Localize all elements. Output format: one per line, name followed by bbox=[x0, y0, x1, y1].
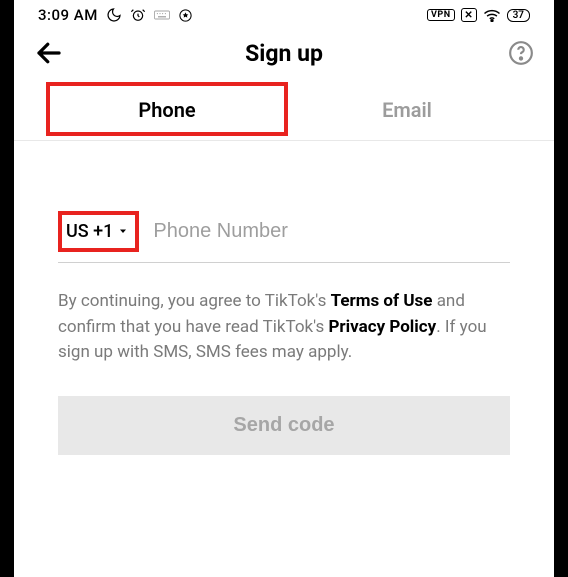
back-button[interactable] bbox=[34, 38, 70, 68]
phone-number-input[interactable] bbox=[139, 220, 510, 243]
settings-badge-icon bbox=[178, 8, 193, 23]
status-time: 3:09 AM bbox=[38, 6, 98, 24]
phone-entry-row: US +1 bbox=[58, 211, 510, 263]
page-title: Sign up bbox=[245, 40, 323, 67]
tab-phone[interactable]: Phone bbox=[46, 82, 288, 136]
help-button[interactable] bbox=[498, 40, 534, 66]
chevron-down-icon bbox=[117, 221, 129, 242]
legal-text: By continuing, you agree to TikTok's Ter… bbox=[58, 289, 510, 366]
country-code-label: US +1 bbox=[66, 221, 113, 242]
send-code-button[interactable]: Send code bbox=[58, 396, 510, 455]
terms-of-use-link[interactable]: Terms of Use bbox=[331, 291, 433, 311]
alarm-icon bbox=[130, 7, 146, 23]
battery-icon: 37 bbox=[507, 9, 530, 22]
moon-icon bbox=[106, 7, 122, 23]
tab-email[interactable]: Email bbox=[290, 82, 524, 140]
signup-tabs: Phone Email bbox=[14, 82, 554, 141]
no-sim-icon: ✕ bbox=[461, 8, 477, 22]
status-bar: 3:09 AM VPN ✕ 37 bbox=[14, 0, 554, 28]
country-code-selector[interactable]: US +1 bbox=[58, 211, 139, 252]
keyboard-icon bbox=[154, 10, 170, 20]
privacy-policy-link[interactable]: Privacy Policy bbox=[328, 317, 436, 337]
vpn-icon: VPN bbox=[427, 9, 455, 21]
wifi-icon bbox=[483, 8, 501, 22]
header: Sign up bbox=[14, 28, 554, 82]
